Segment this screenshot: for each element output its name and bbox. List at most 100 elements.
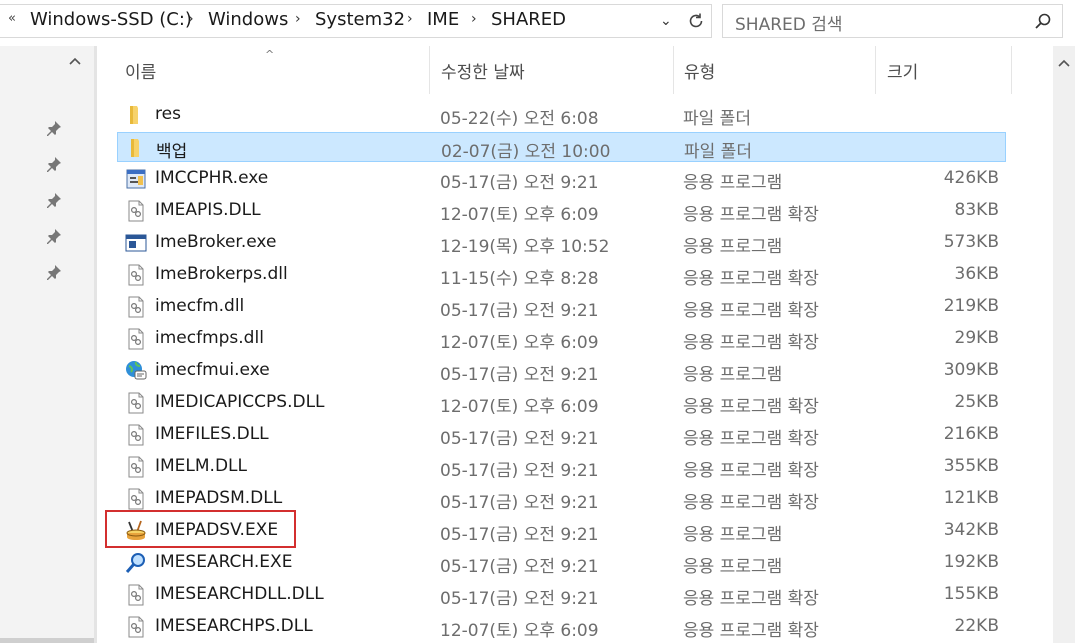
dll-icon — [125, 264, 147, 286]
search-input[interactable]: SHARED 검색 — [735, 10, 843, 35]
file-name: IMELM.DLL — [155, 456, 247, 476]
dll-icon — [125, 392, 147, 414]
file-date: 05-22(수) 오전 6:08 — [440, 109, 599, 129]
column-header-name[interactable]: 이름 — [125, 46, 425, 94]
dll-icon — [125, 296, 147, 318]
file-size: 83KB — [954, 200, 999, 220]
file-name: imecfmui.exe — [155, 360, 270, 380]
column-header-type[interactable]: 유형 — [684, 46, 874, 94]
pin-icon[interactable] — [46, 264, 62, 280]
pin-icon[interactable] — [46, 192, 62, 208]
address-history-dropdown-icon[interactable]: ⌄ — [660, 13, 672, 29]
refresh-icon[interactable] — [682, 7, 710, 35]
file-size: 426KB — [943, 168, 999, 188]
file-row[interactable]: IMEDICAPICCPS.DLL 12-07(토) 오후 6:09 응용 프로그램… — [117, 388, 1006, 418]
column-divider[interactable] — [429, 46, 430, 94]
column-header-size[interactable]: 크기 — [887, 46, 1007, 94]
file-name: IMESEARCHDLL.DLL — [155, 584, 324, 604]
breadcrumb-separator-icon[interactable]: › — [407, 11, 413, 27]
pin-icon[interactable] — [46, 228, 62, 244]
file-date: 05-17(금) 오전 9:21 — [440, 461, 599, 481]
column-divider[interactable] — [673, 46, 674, 94]
file-row[interactable]: imecfmps.dll 12-07(토) 오후 6:09 응용 프로그램 확장 29… — [117, 324, 1006, 354]
file-row[interactable]: IMEFILES.DLL 05-17(금) 오전 9:21 응용 프로그램 확장 21… — [117, 420, 1006, 450]
breadcrumb-ime[interactable]: IME — [427, 9, 459, 30]
horizontal-scrollbar[interactable] — [0, 638, 94, 643]
file-date: 12-07(토) 오후 6:09 — [440, 397, 599, 417]
file-row[interactable]: ImeBrokerps.dll 11-15(수) 오후 8:28 응용 프로그램 확… — [117, 260, 1006, 290]
file-type: 응용 프로그램 확장 — [683, 429, 819, 449]
breadcrumb-separator-icon[interactable]: › — [471, 11, 477, 27]
file-row[interactable]: IMESEARCH.EXE 05-17(금) 오전 9:21 응용 프로그램 192K… — [117, 548, 1006, 578]
file-row[interactable]: 백업 02-07(금) 오전 10:00 파일 폴더 — [117, 132, 1006, 162]
file-name: IMEPADSM.DLL — [155, 488, 283, 508]
file-type: 응용 프로그램 확장 — [683, 621, 819, 641]
file-type: 파일 폴더 — [683, 109, 751, 129]
search-icon[interactable] — [1034, 12, 1052, 34]
address-bar: « Windows-SSD (C:) › Windows › System32 … — [0, 0, 1075, 46]
file-size: 36KB — [954, 264, 999, 284]
breadcrumb-overflow-button[interactable]: « — [8, 11, 16, 26]
file-type: 응용 프로그램 — [683, 525, 783, 545]
file-date: 12-07(토) 오후 6:09 — [440, 205, 599, 225]
column-header-date[interactable]: 수정한 날짜 — [441, 46, 671, 94]
pin-icon[interactable] — [46, 156, 62, 172]
dll-icon — [125, 424, 147, 446]
file-type: 응용 프로그램 — [683, 237, 783, 257]
globe-chat-icon — [125, 360, 147, 382]
dll-icon — [125, 616, 147, 638]
breadcrumb-separator-icon[interactable]: › — [188, 11, 194, 27]
file-type: 응용 프로그램 확장 — [683, 205, 819, 225]
app-window-icon — [125, 232, 147, 254]
folder-icon — [125, 104, 147, 126]
file-name: IMEFILES.DLL — [155, 424, 269, 444]
file-name: IMEAPIS.DLL — [155, 200, 261, 220]
file-size: 573KB — [943, 232, 999, 252]
file-type: 응용 프로그램 확장 — [683, 493, 819, 513]
file-row[interactable]: IMESEARCHPS.DLL 12-07(토) 오후 6:09 응용 프로그램 확… — [117, 612, 1006, 642]
breadcrumb-separator-icon[interactable]: › — [295, 11, 301, 27]
file-name: ImeBroker.exe — [155, 232, 277, 252]
file-type: 응용 프로그램 확장 — [683, 301, 819, 321]
file-name: imecfmps.dll — [155, 328, 264, 348]
pin-icon[interactable] — [46, 120, 62, 136]
file-row[interactable]: IMESEARCHDLL.DLL 05-17(금) 오전 9:21 응용 프로그램 … — [117, 580, 1006, 610]
file-type: 응용 프로그램 확장 — [683, 333, 819, 353]
breadcrumb[interactable]: « Windows-SSD (C:) › Windows › System32 … — [0, 4, 712, 38]
file-type: 응용 프로그램 확장 — [683, 589, 819, 609]
navigation-pane-splitter[interactable] — [94, 46, 97, 643]
file-row[interactable]: imecfm.dll 05-17(금) 오전 9:21 응용 프로그램 확장 219K… — [117, 292, 1006, 322]
column-header: ^ 이름 수정한 날짜 유형 크기 — [97, 46, 1053, 96]
file-row[interactable]: IMEAPIS.DLL 12-07(토) 오후 6:09 응용 프로그램 확장 83K… — [117, 196, 1006, 226]
file-name: ImeBrokerps.dll — [155, 264, 288, 284]
breadcrumb-shared[interactable]: SHARED — [491, 9, 566, 30]
file-row[interactable]: res 05-22(수) 오전 6:08 파일 폴더 — [117, 100, 1006, 130]
file-row[interactable]: IMELM.DLL 05-17(금) 오전 9:21 응용 프로그램 확장 355KB — [117, 452, 1006, 482]
navigation-pane[interactable] — [0, 46, 94, 643]
file-name: IMCCPHR.exe — [155, 168, 269, 188]
file-row[interactable]: ImeBroker.exe 12-19(목) 오후 10:52 응용 프로그램 573… — [117, 228, 1006, 258]
file-row[interactable]: IMCCPHR.exe 05-17(금) 오전 9:21 응용 프로그램 426KB — [117, 164, 1006, 194]
file-size: 309KB — [943, 360, 999, 380]
file-date: 02-07(금) 오전 10:00 — [441, 142, 611, 162]
file-name: res — [155, 104, 181, 124]
dll-icon — [125, 456, 147, 478]
breadcrumb-drive[interactable]: Windows-SSD (C:) — [30, 9, 192, 30]
search-box[interactable]: SHARED 검색 — [722, 4, 1063, 38]
file-date: 05-17(금) 오전 9:21 — [440, 557, 599, 577]
file-date: 05-17(금) 오전 9:21 — [440, 525, 599, 545]
dll-icon — [125, 200, 147, 222]
file-row[interactable]: imecfmui.exe 05-17(금) 오전 9:21 응용 프로그램 309KB — [117, 356, 1006, 386]
vertical-scrollbar[interactable] — [1053, 46, 1075, 643]
file-size: 219KB — [943, 296, 999, 316]
file-size: 216KB — [943, 424, 999, 444]
file-date: 05-17(금) 오전 9:21 — [440, 589, 599, 609]
breadcrumb-system32[interactable]: System32 — [315, 9, 405, 30]
scroll-up-icon[interactable] — [1057, 56, 1071, 75]
dll-icon — [125, 584, 147, 606]
column-divider[interactable] — [875, 46, 876, 94]
scroll-up-icon[interactable] — [64, 50, 86, 72]
breadcrumb-windows[interactable]: Windows — [208, 9, 288, 30]
column-divider[interactable] — [1011, 46, 1012, 94]
file-size: 25KB — [954, 392, 999, 412]
